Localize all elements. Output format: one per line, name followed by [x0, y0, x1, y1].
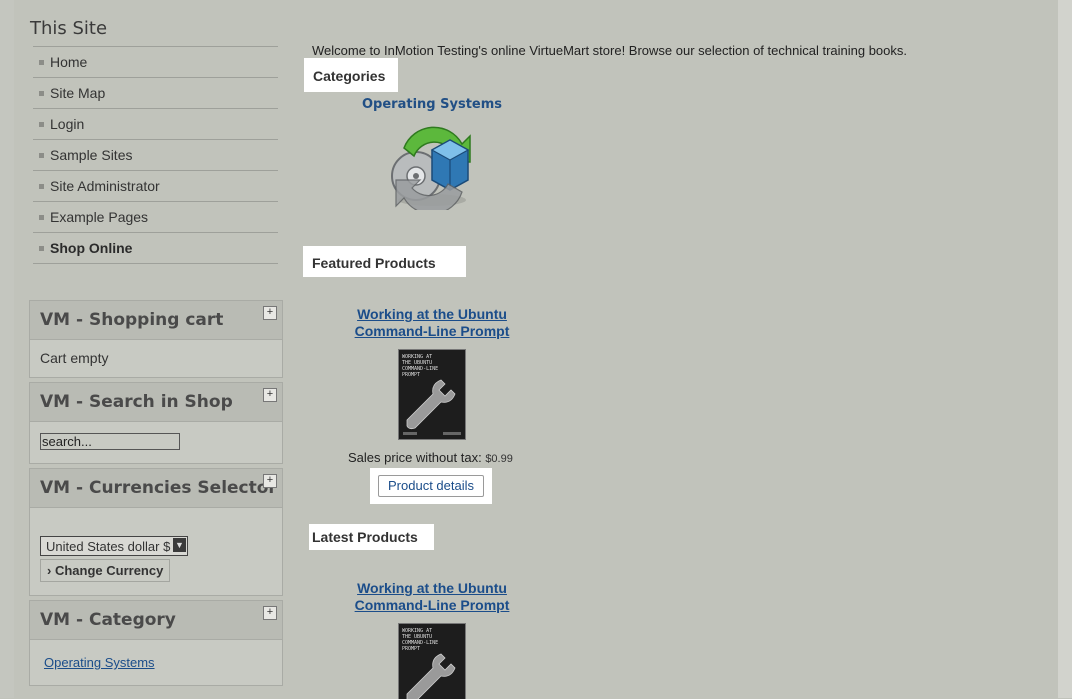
search-body	[30, 422, 282, 460]
book-cover-icon: WORKING AT THE UBUNTU COMMAND-LINE PROMP…	[399, 350, 465, 439]
featured-product-image[interactable]: WORKING AT THE UBUNTU COMMAND-LINE PROMP…	[398, 349, 466, 440]
change-currency-label: Change Currency	[54, 563, 164, 578]
category-link-operating-systems[interactable]: Operating Systems	[44, 655, 155, 670]
product-details-button[interactable]: Product details	[378, 475, 484, 497]
module-title: VM - Currencies Selector	[40, 478, 277, 498]
module-title: VM - Shopping cart	[40, 310, 224, 330]
menu-item-login[interactable]: Login	[33, 109, 278, 140]
menu-item-site-map[interactable]: Site Map	[33, 78, 278, 109]
module-header: VM - Currencies Selector +	[30, 469, 282, 508]
os-category-icon[interactable]	[386, 118, 478, 210]
categories-heading: Categories	[304, 58, 398, 92]
product-title-line: Working at the Ubuntu	[357, 306, 507, 322]
cover-text: PROMPT	[402, 372, 420, 378]
bullet-icon	[39, 183, 44, 189]
chevron-right-icon: ›	[47, 563, 52, 578]
latest-product-title-link[interactable]: Working at the Ubuntu Command-Line Promp…	[332, 580, 532, 614]
search-module: VM - Search in Shop +	[29, 382, 283, 464]
bullet-icon	[39, 121, 44, 127]
expand-toggle-icon[interactable]: +	[263, 306, 277, 320]
price-value: $0.99	[485, 453, 513, 465]
module-header: VM - Search in Shop +	[30, 383, 282, 422]
currency-body: United States dollar $ ▼ › Change Curren…	[30, 508, 282, 592]
menu-item-label: Example Pages	[50, 209, 149, 225]
site-menu-title: This Site	[30, 18, 108, 39]
currency-selector-module: VM - Currencies Selector + United States…	[29, 468, 283, 596]
category-module: VM - Category + Operating Systems	[29, 600, 283, 686]
product-title-line: Command-Line Prompt	[354, 323, 510, 339]
change-currency-button[interactable]: › Change Currency	[40, 559, 171, 582]
page-right-edge	[1058, 0, 1072, 698]
price-label: Sales price without tax:	[348, 450, 482, 465]
menu-item-label: Site Administrator	[50, 178, 160, 194]
expand-toggle-icon[interactable]: +	[263, 388, 277, 402]
menu-item-label: Login	[50, 116, 85, 132]
product-title-line: Working at the Ubuntu	[357, 580, 507, 596]
currency-select-value: United States dollar $	[46, 538, 171, 554]
module-header: VM - Category +	[30, 601, 282, 640]
module-title: VM - Category	[40, 610, 176, 630]
currency-select[interactable]: United States dollar $ ▼	[40, 536, 188, 556]
category-name-operating-systems[interactable]: Operating Systems	[362, 97, 502, 112]
featured-price-line: Sales price without tax: $0.99	[348, 450, 513, 465]
menu-item-home[interactable]: Home	[33, 47, 278, 78]
shop-search-input[interactable]	[40, 433, 180, 450]
featured-products-heading: Featured Products	[303, 246, 466, 277]
bullet-icon	[39, 90, 44, 96]
bullet-icon	[39, 59, 44, 65]
site-menu: Home Site Map Login Sample Sites Site Ad…	[33, 46, 278, 264]
menu-item-sample-sites[interactable]: Sample Sites	[33, 140, 278, 171]
menu-item-example-pages[interactable]: Example Pages	[33, 202, 278, 233]
book-cover-icon: WORKING AT THE UBUNTU COMMAND-LINE PROMP…	[399, 624, 465, 699]
module-header: VM - Shopping cart +	[30, 301, 282, 340]
latest-product-image[interactable]: WORKING AT THE UBUNTU COMMAND-LINE PROMP…	[398, 623, 466, 699]
shopping-cart-module: VM - Shopping cart + Cart empty	[29, 300, 283, 378]
latest-products-heading: Latest Products	[309, 524, 434, 550]
dropdown-arrow-icon[interactable]: ▼	[173, 538, 186, 552]
featured-product-title-link[interactable]: Working at the Ubuntu Command-Line Promp…	[332, 306, 532, 340]
menu-item-label: Site Map	[50, 85, 106, 101]
cover-text: PROMPT	[402, 646, 420, 652]
bullet-icon	[39, 152, 44, 158]
bullet-icon	[39, 214, 44, 220]
menu-item-label: Sample Sites	[50, 147, 133, 163]
menu-item-site-administrator[interactable]: Site Administrator	[33, 171, 278, 202]
expand-toggle-icon[interactable]: +	[263, 474, 277, 488]
menu-item-label: Shop Online	[50, 240, 133, 256]
module-title: VM - Search in Shop	[40, 392, 233, 412]
product-title-line: Command-Line Prompt	[354, 597, 510, 613]
expand-toggle-icon[interactable]: +	[263, 606, 277, 620]
welcome-text: Welcome to InMotion Testing's online Vir…	[312, 43, 908, 58]
category-body: Operating Systems	[30, 640, 282, 684]
product-details-container: Product details	[370, 468, 492, 504]
menu-item-label: Home	[50, 54, 88, 70]
bullet-icon	[39, 245, 44, 251]
menu-item-shop-online[interactable]: Shop Online	[33, 233, 278, 264]
cart-status: Cart empty	[40, 350, 109, 366]
page-left-edge	[0, 0, 14, 698]
